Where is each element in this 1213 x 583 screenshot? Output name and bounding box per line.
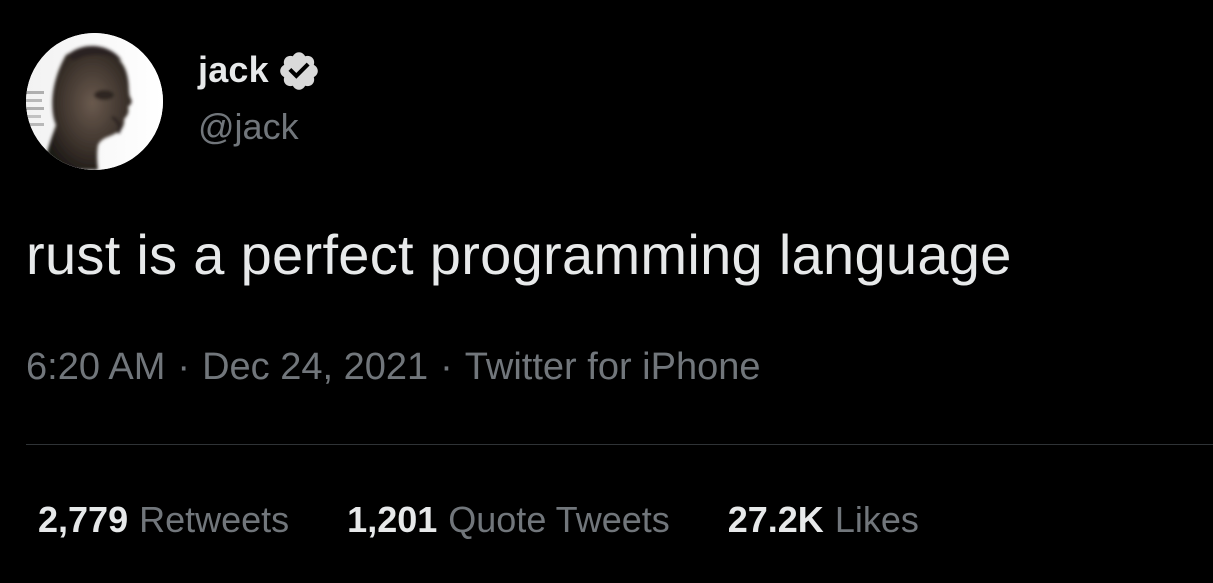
quote-tweets-stat[interactable]: 1,201 Quote Tweets [347, 499, 670, 541]
tweet-time[interactable]: 6:20 AM [26, 346, 165, 389]
meta-separator: · [177, 346, 191, 388]
divider [26, 444, 1213, 445]
tweet-source[interactable]: Twitter for iPhone [465, 346, 761, 389]
quote-tweet-label: Quote Tweets [448, 499, 670, 540]
tweet-metadata: 6:20 AM · Dec 24, 2021 · Twitter for iPh… [26, 346, 760, 389]
profile-photo-icon [26, 33, 163, 170]
verified-badge-icon [277, 49, 321, 93]
like-label: Likes [834, 499, 919, 540]
retweets-stat[interactable]: 2,779 Retweets [38, 499, 289, 541]
tweet-text: rust is a perfect programming language [26, 223, 1012, 286]
display-name[interactable]: jack [198, 49, 269, 91]
author-name-row: jack [198, 46, 321, 94]
like-count: 27.2K [727, 499, 824, 540]
likes-stat[interactable]: 27.2K Likes [728, 499, 919, 541]
retweet-label: Retweets [139, 499, 290, 540]
meta-separator: · [440, 346, 453, 388]
retweet-count: 2,779 [38, 499, 129, 540]
tweet-stats: 2,779 Retweets 1,201 Quote Tweets 27.2K … [38, 499, 977, 541]
tweet-date[interactable]: Dec 24, 2021 [202, 346, 428, 389]
user-handle[interactable]: @jack [198, 106, 299, 148]
avatar[interactable] [26, 33, 163, 170]
tweet-detail: jack @jack rust is a perfect programming… [0, 0, 1213, 583]
quote-tweet-count: 1,201 [347, 499, 438, 540]
